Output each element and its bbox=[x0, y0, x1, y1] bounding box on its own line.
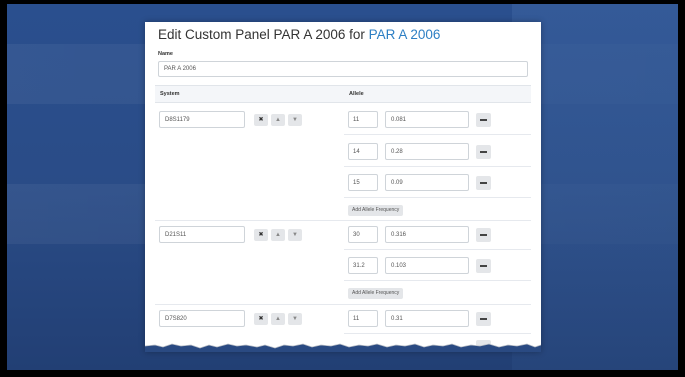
move-down-button[interactable]: ▼ bbox=[288, 229, 302, 241]
edit-panel-card: Edit Custom Panel PAR A 2006 for PAR A 2… bbox=[145, 22, 541, 352]
add-allele-frequency-button[interactable]: Add Allele Frequency bbox=[348, 205, 404, 216]
move-up-button[interactable]: ▲ bbox=[271, 229, 285, 241]
allele-column-header: Allele bbox=[349, 91, 364, 97]
allele-input[interactable]: 31.2 bbox=[348, 257, 378, 274]
panel-link[interactable]: PAR A 2006 bbox=[369, 27, 441, 42]
system-input[interactable]: D7S820 bbox=[159, 310, 245, 327]
remove-allele-button[interactable] bbox=[476, 312, 491, 326]
remove-allele-button[interactable] bbox=[476, 145, 491, 159]
frequency-input[interactable]: 0.081 bbox=[385, 111, 469, 128]
allele-input[interactable]: 30 bbox=[348, 226, 378, 243]
remove-system-button[interactable]: ✖ bbox=[254, 229, 268, 241]
table-header: System Allele bbox=[155, 85, 531, 103]
move-down-button[interactable]: ▼ bbox=[288, 313, 302, 325]
name-label: Name bbox=[158, 51, 173, 57]
add-allele-frequency-button[interactable]: Add Allele Frequency bbox=[348, 288, 404, 299]
frequency-input[interactable]: 0.103 bbox=[385, 257, 469, 274]
page-title: Edit Custom Panel PAR A 2006 for PAR A 2… bbox=[158, 27, 440, 42]
system-column-header: System bbox=[160, 91, 180, 97]
remove-allele-button[interactable] bbox=[476, 176, 491, 190]
remove-allele-button[interactable] bbox=[476, 259, 491, 273]
remove-allele-button[interactable] bbox=[476, 113, 491, 127]
remove-allele-button[interactable] bbox=[476, 228, 491, 242]
allele-input[interactable]: 11 bbox=[348, 111, 378, 128]
remove-system-button[interactable]: ✖ bbox=[254, 114, 268, 126]
system-input[interactable]: D21S11 bbox=[159, 226, 245, 243]
allele-input[interactable]: 11 bbox=[348, 310, 378, 327]
torn-edge bbox=[145, 343, 541, 352]
allele-input[interactable]: 15 bbox=[348, 174, 378, 191]
move-up-button[interactable]: ▲ bbox=[271, 313, 285, 325]
system-input[interactable]: D8S1179 bbox=[159, 111, 245, 128]
remove-system-button[interactable]: ✖ bbox=[254, 313, 268, 325]
title-text: Edit Custom Panel PAR A 2006 for bbox=[158, 27, 369, 42]
frequency-input[interactable]: 0.09 bbox=[385, 174, 469, 191]
frequency-input[interactable]: 0.28 bbox=[385, 143, 469, 160]
frequency-input[interactable]: 0.31 bbox=[385, 310, 469, 327]
frequency-input[interactable]: 0.316 bbox=[385, 226, 469, 243]
move-up-button[interactable]: ▲ bbox=[271, 114, 285, 126]
name-input[interactable]: PAR A 2006 bbox=[158, 61, 528, 77]
allele-input[interactable]: 14 bbox=[348, 143, 378, 160]
move-down-button[interactable]: ▼ bbox=[288, 114, 302, 126]
